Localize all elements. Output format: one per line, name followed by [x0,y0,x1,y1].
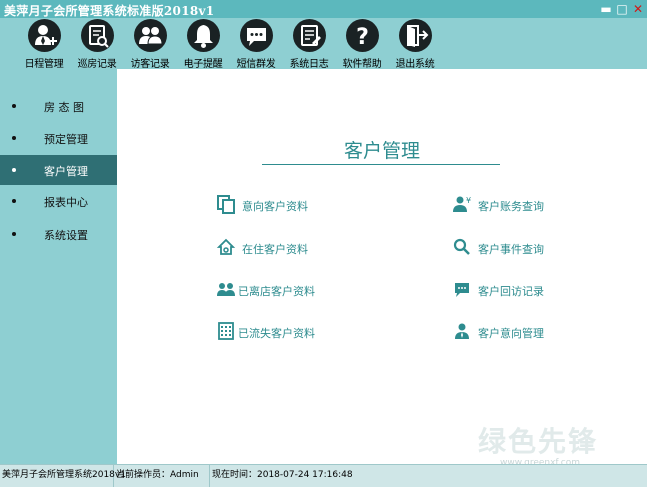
toolbar-reminder-button[interactable]: 电子提醒 [175,19,231,70]
toolbar-log-button[interactable]: 系统日志 [281,19,337,70]
status-bar: 美萍月子会所管理系统2018v1 当前操作员：Admin 现在时间：2018-0… [0,464,647,487]
search-icon [453,238,470,255]
home-icon [216,238,236,255]
exit-icon [398,19,432,52]
toolbar-visitors-button[interactable]: 访客记录 [122,19,178,70]
main-panel: 客户管理 意向客户资料 在住客户资料 已离店客户资料 已流失客户资料 ¥ 客户账… [117,69,647,464]
entry-label: 客户事件查询 [478,243,544,256]
message-icon [239,19,273,52]
title-underline [262,164,500,165]
status-time: 现在时间：2018-07-24 17:16:48 [212,470,353,480]
copy-icon [217,195,235,214]
page-title: 客户管理 [343,140,420,162]
window-title: 美萍月子会所管理系统标准版2018v1 [4,4,215,18]
toolbar-label: 退出系统 [395,59,435,70]
title-bar: 美萍月子会所管理系统标准版2018v1 ▬ □ ✕ [0,0,647,18]
minimize-icon[interactable]: ▬ [599,2,613,16]
status-app-name: 美萍月子会所管理系统2018v1 [0,465,126,487]
entry-label: 在住客户资料 [242,243,308,256]
sidebar-item-room-status[interactable]: 房 态 图 [0,91,117,121]
toolbar-label: 巡房记录 [77,59,117,70]
entry-label: 客户意向管理 [478,327,544,340]
entry-label: 客户账务查询 [478,200,544,213]
toolbar-exit-button[interactable]: 退出系统 [387,19,443,70]
sidebar-item-label: 客户管理 [44,165,88,178]
entry-label: 意向客户资料 [242,200,308,213]
question-icon: ? [345,19,379,52]
sidebar: 房 态 图 预定管理 客户管理 报表中心 系统设置 [0,69,117,464]
toolbar: 日程管理 巡房记录 访客记录 电子提醒 短信群发 系统日志 ? 软件帮助 退出系… [0,18,647,70]
sidebar-item-customers[interactable]: 客户管理 [0,155,117,185]
sidebar-item-label: 房 态 图 [44,101,84,114]
bell-icon [186,19,220,52]
document-search-icon [80,19,114,52]
toolbar-schedule-button[interactable]: 日程管理 [16,19,72,70]
toolbar-help-button[interactable]: ? 软件帮助 [334,19,390,70]
calendar-grid-icon [218,322,234,340]
business-user-icon [455,323,469,339]
toolbar-label: 系统日志 [289,59,329,70]
toolbar-label: 访客记录 [130,59,170,70]
bullet-icon [12,104,16,108]
active-arrow-icon [103,155,117,185]
notepad-icon [292,19,326,52]
close-icon[interactable]: ✕ [631,2,645,16]
sidebar-item-booking[interactable]: 预定管理 [0,123,117,153]
sidebar-item-label: 预定管理 [44,133,88,146]
sidebar-item-label: 系统设置 [44,229,88,242]
user-yen-icon: ¥ [453,196,471,212]
toolbar-label: 软件帮助 [342,59,382,70]
toolbar-rounds-button[interactable]: 巡房记录 [69,19,125,70]
svg-text:¥: ¥ [466,196,471,205]
bullet-icon [12,168,16,172]
chat-icon [455,283,469,297]
toolbar-label: 电子提醒 [183,59,223,70]
user-add-icon [27,19,61,52]
toolbar-label: 日程管理 [24,59,64,70]
toolbar-sms-button[interactable]: 短信群发 [228,19,284,70]
sidebar-item-settings[interactable]: 系统设置 [0,219,117,249]
sidebar-item-label: 报表中心 [44,196,88,209]
entry-label: 已离店客户资料 [238,285,315,298]
status-operator: 当前操作员：Admin [114,465,210,487]
visitors-icon [133,19,167,52]
bullet-icon [12,136,16,140]
svg-text:?: ? [356,25,369,50]
entry-label: 已流失客户资料 [238,327,315,340]
entry-label: 客户回访记录 [478,285,544,298]
bullet-icon [12,199,16,203]
maximize-icon[interactable]: □ [615,2,629,16]
bullet-icon [12,232,16,236]
sidebar-item-reports[interactable]: 报表中心 [0,186,117,216]
toolbar-label: 短信群发 [236,59,276,70]
group-icon [217,283,235,296]
